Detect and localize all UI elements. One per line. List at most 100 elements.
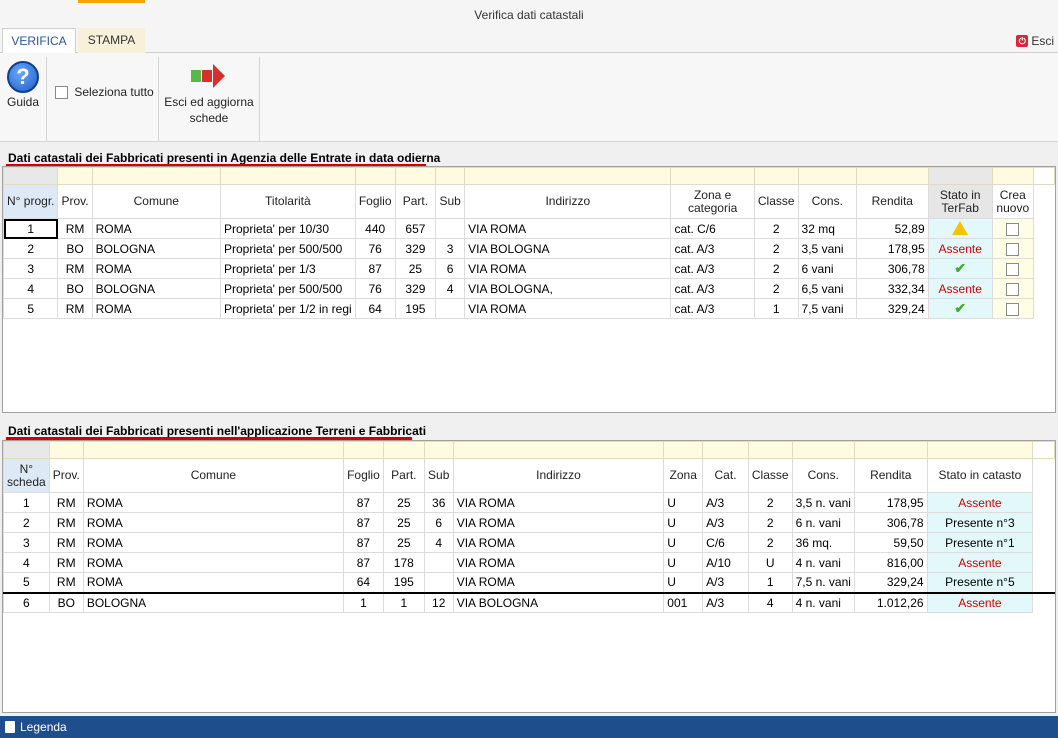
cell-n-progr[interactable]: 4 [2, 278, 59, 299]
cell-indirizzo[interactable]: VIA ROMA [452, 552, 665, 573]
cell-foglio[interactable]: 87 [354, 258, 396, 279]
cell-n-scheda[interactable]: 4 [3, 552, 50, 573]
cell-indirizzo[interactable]: VIA ROMA [452, 492, 665, 513]
col-header[interactable]: Stato in TerFab [927, 184, 993, 219]
cell-stato-catasto[interactable]: Assente [926, 592, 1034, 613]
cell-foglio[interactable]: 64 [354, 298, 396, 319]
exit-update-button[interactable]: Esci ed aggiorna schede [162, 53, 256, 141]
cell-zona-categoria[interactable]: cat. A/3 [670, 278, 755, 299]
cell-rendita[interactable]: 332,34 [855, 278, 929, 299]
cell-titolarita[interactable]: Proprieta' per 500/500 [219, 278, 356, 299]
cell-sub[interactable] [423, 572, 454, 593]
cell-sub[interactable]: 4 [423, 532, 454, 553]
cell-stato-terfab[interactable]: ✔ [927, 298, 993, 319]
table-row[interactable]: 2 RM ROMA 87 25 6 VIA ROMA U A/3 2 6 n. vani 306,78… [3, 512, 1055, 533]
cell-foglio[interactable]: 87 [342, 492, 384, 513]
cell-classe[interactable]: 2 [753, 238, 799, 259]
cell-n-scheda[interactable]: 2 [3, 512, 50, 533]
cell-zona[interactable]: 001 [663, 592, 704, 613]
cell-zona-categoria[interactable]: cat. A/3 [670, 238, 755, 259]
cell-cons[interactable]: 6 vani [797, 258, 857, 279]
col-header[interactable]: Comune [91, 184, 221, 219]
crea-nuovo-checkbox[interactable] [1006, 262, 1020, 276]
col-header[interactable]: Foglio [354, 184, 396, 219]
col-header[interactable]: Prov. [48, 458, 84, 493]
col-header[interactable]: Classe [747, 458, 793, 493]
col-header[interactable]: N° progr. [2, 184, 59, 219]
legend-bar[interactable]: Legenda [0, 716, 1058, 738]
cell-sub[interactable] [435, 298, 466, 319]
cell-cons[interactable]: 36 mq. [791, 532, 855, 553]
cell-cat[interactable]: A/3 [702, 592, 749, 613]
cell-cons[interactable]: 6,5 vani [797, 278, 857, 299]
cell-classe[interactable]: 4 [747, 592, 793, 613]
cell-zona[interactable]: U [663, 532, 704, 553]
cell-cons[interactable]: 3,5 n. vani [791, 492, 855, 513]
cell-rendita[interactable]: 306,78 [855, 258, 929, 279]
cell-sub[interactable]: 36 [423, 492, 454, 513]
cell-foglio[interactable]: 76 [354, 238, 396, 259]
cell-comune[interactable]: ROMA [82, 512, 344, 533]
cell-foglio[interactable]: 87 [342, 512, 384, 533]
col-header[interactable]: Prov. [57, 184, 93, 219]
table-row[interactable]: 6 BO BOLOGNA 1 1 12 VIA BOLOGNA 001 A/3 4 4 n. van… [3, 592, 1055, 613]
cell-cat[interactable]: A/3 [702, 572, 749, 593]
table-row[interactable]: 4 BO BOLOGNA Proprieta' per 500/500 76 329 4 VI… [2, 278, 1055, 299]
cell-titolarita[interactable]: Proprieta' per 1/3 [219, 258, 356, 279]
cell-cons[interactable]: 4 n. vani [791, 592, 855, 613]
cell-sub[interactable]: 12 [423, 592, 454, 613]
cell-part[interactable]: 25 [394, 258, 437, 279]
cell-zona[interactable]: U [663, 492, 704, 513]
cell-part[interactable]: 1 [382, 592, 425, 613]
cell-zona[interactable]: U [663, 552, 704, 573]
col-header[interactable]: Sub [423, 458, 454, 493]
cell-crea-nuovo[interactable] [991, 218, 1034, 239]
cell-prov[interactable]: RM [48, 492, 84, 513]
cell-cons[interactable]: 3,5 vani [797, 238, 857, 259]
table-row[interactable]: 2 BO BOLOGNA Proprieta' per 500/500 76 329 3 VI… [2, 238, 1055, 259]
cell-foglio[interactable]: 87 [342, 552, 384, 573]
tab-stampa[interactable]: STAMPA [78, 28, 145, 53]
crea-nuovo-checkbox[interactable] [1006, 302, 1020, 316]
table-row[interactable]: 5 RM ROMA 64 195 VIA ROMA U A/3 1 7,5 n. vani 329,… [3, 572, 1055, 593]
col-header[interactable]: Classe [753, 184, 799, 219]
cell-prov[interactable]: BO [57, 278, 93, 299]
cell-foglio[interactable]: 1 [342, 592, 384, 613]
col-header[interactable]: Crea nuovo [991, 184, 1034, 219]
cell-part[interactable]: 25 [382, 512, 425, 533]
col-header[interactable]: Rendita [853, 458, 928, 493]
col-header[interactable]: Sub [435, 184, 466, 219]
cell-classe[interactable]: 2 [753, 258, 799, 279]
cell-rendita[interactable]: 178,95 [853, 492, 928, 513]
cell-n-scheda[interactable]: 1 [3, 492, 50, 513]
col-header[interactable]: Comune [82, 458, 344, 493]
col-header[interactable]: Part. [394, 184, 437, 219]
cell-crea-nuovo[interactable] [991, 278, 1034, 299]
tab-verifica[interactable]: VERIFICA [2, 28, 76, 53]
cell-comune[interactable]: ROMA [91, 258, 221, 279]
cell-crea-nuovo[interactable] [991, 298, 1034, 319]
cell-part[interactable]: 25 [382, 532, 425, 553]
cell-indirizzo[interactable]: VIA ROMA [464, 258, 672, 279]
cell-prov[interactable]: RM [48, 512, 84, 533]
col-header[interactable]: N° scheda [3, 458, 50, 493]
cell-prov[interactable]: RM [57, 258, 93, 279]
cell-prov[interactable]: RM [57, 298, 93, 319]
cell-classe[interactable]: 2 [753, 218, 799, 239]
cell-n-scheda[interactable]: 6 [3, 592, 50, 613]
cell-sub[interactable] [435, 218, 466, 239]
cell-n-scheda[interactable]: 3 [3, 532, 50, 553]
cell-part[interactable]: 657 [394, 218, 437, 239]
select-all-checkbox[interactable]: Seleziona tutto [55, 53, 155, 141]
cell-stato-catasto[interactable]: Presente n°5 [926, 572, 1034, 593]
cell-cons[interactable]: 32 mq [797, 218, 857, 239]
cell-titolarita[interactable]: Proprieta' per 10/30 [219, 218, 356, 239]
cell-sub[interactable]: 6 [435, 258, 466, 279]
cell-zona-categoria[interactable]: cat. A/3 [670, 298, 755, 319]
table-row[interactable]: 5 RM ROMA Proprieta' per 1/2 in regi 64 195 VI… [2, 298, 1055, 319]
cell-classe[interactable]: U [747, 552, 793, 573]
cell-comune[interactable]: ROMA [91, 298, 221, 319]
cell-foglio[interactable]: 64 [342, 572, 384, 593]
cell-prov[interactable]: RM [48, 552, 84, 573]
cell-classe[interactable]: 1 [747, 572, 793, 593]
